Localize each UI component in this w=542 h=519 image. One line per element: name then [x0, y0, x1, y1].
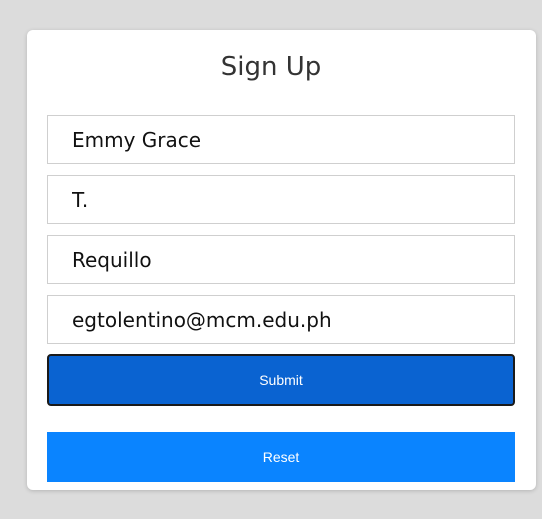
- first-name-input[interactable]: [47, 115, 515, 164]
- email-input[interactable]: [47, 295, 515, 344]
- reset-button[interactable]: Reset: [47, 432, 515, 482]
- last-name-input[interactable]: [47, 235, 515, 284]
- middle-initial-input[interactable]: [47, 175, 515, 224]
- form-title: Sign Up: [220, 52, 322, 82]
- submit-button[interactable]: Submit: [47, 354, 515, 406]
